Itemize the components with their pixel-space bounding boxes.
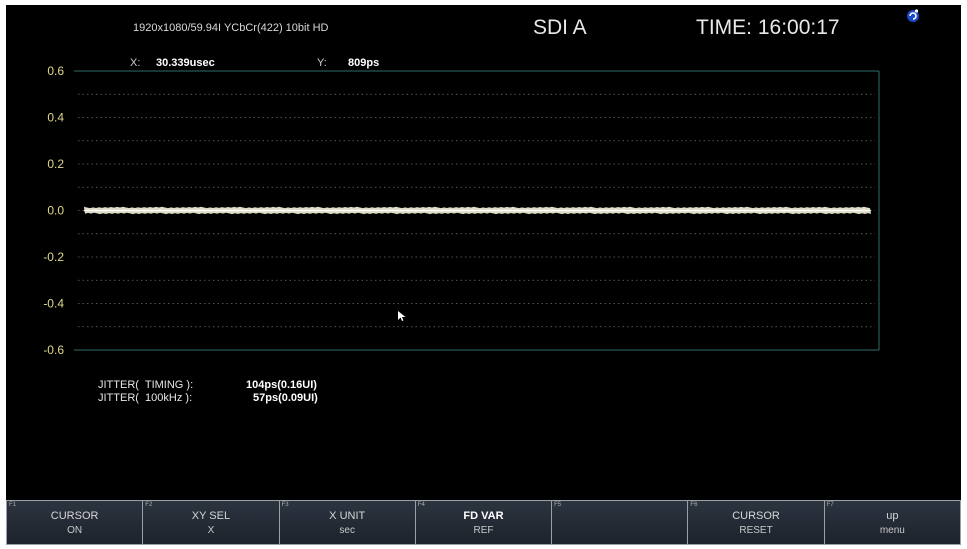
softkey-value: sec bbox=[339, 525, 355, 536]
y-tick-label: 0.2 bbox=[47, 157, 64, 171]
softkey-xy-select[interactable]: F2 XY SEL X bbox=[142, 500, 279, 545]
y-tick-label: -0.4 bbox=[43, 297, 64, 311]
softkey-value: RESET bbox=[739, 525, 773, 536]
softkey-label: CURSOR bbox=[732, 510, 780, 522]
function-key-number: F6 bbox=[690, 502, 698, 508]
softkey-cursor-reset[interactable]: F6 CURSOR RESET bbox=[687, 500, 824, 545]
function-key-number: F3 bbox=[281, 502, 289, 508]
y-tick-label: -0.2 bbox=[43, 250, 64, 264]
softkey-x-unit[interactable]: F3 X UNIT sec bbox=[278, 500, 415, 545]
jitter-timing-value: 104ps(0.16UI) bbox=[246, 379, 317, 391]
y-tick-label: 0.6 bbox=[47, 64, 64, 78]
jitter-timing-label: JITTER( TIMING ): bbox=[98, 379, 194, 391]
softkey-label: up bbox=[886, 510, 899, 522]
softkey-label: FD VAR bbox=[463, 510, 504, 522]
softkey-fd-var[interactable]: F4 FD VAR REF bbox=[414, 500, 552, 545]
function-key-number: F5 bbox=[554, 502, 562, 508]
softkey-label: CURSOR bbox=[50, 510, 99, 522]
softkey-label: X UNIT bbox=[329, 510, 366, 522]
function-key-number: F2 bbox=[145, 502, 153, 508]
softkey-value: ON bbox=[67, 525, 83, 536]
softkey-value: menu bbox=[879, 525, 905, 536]
y-tick-label: 0.0 bbox=[47, 204, 64, 218]
softkey-label: XY SEL bbox=[191, 510, 231, 522]
softkey-cursor-on[interactable]: F1 CURSOR ON bbox=[6, 500, 143, 545]
jitter-100khz-value: 57ps(0.09UI) bbox=[253, 392, 318, 404]
softkey-up-menu[interactable]: F7 up menu bbox=[823, 500, 961, 545]
function-key-bar: F1 CURSOR ON F2 XY SEL X F3 X UNIT sec F… bbox=[6, 500, 961, 545]
y-tick-label: -0.6 bbox=[43, 343, 64, 357]
waveform-monitor-screen: 1920x1080/59.94I YCbCr(422) 10bit HD SDI… bbox=[6, 5, 961, 545]
softkey-value: X bbox=[207, 525, 215, 536]
jitter-100khz-label: JITTER( 100kHz ): bbox=[98, 392, 193, 404]
function-key-number: F1 bbox=[9, 502, 17, 508]
softkey-blank[interactable]: F5 bbox=[551, 500, 688, 545]
jitter-plot: 0.6 0.4 0.2 0.0 -0.2 -0.4 -0.6 bbox=[43, 64, 880, 357]
y-tick-label: 0.4 bbox=[47, 111, 64, 125]
function-key-number: F4 bbox=[417, 502, 425, 508]
softkey-value: REF bbox=[473, 525, 494, 536]
function-key-number: F7 bbox=[826, 502, 834, 508]
mouse-pointer-icon bbox=[398, 311, 406, 321]
